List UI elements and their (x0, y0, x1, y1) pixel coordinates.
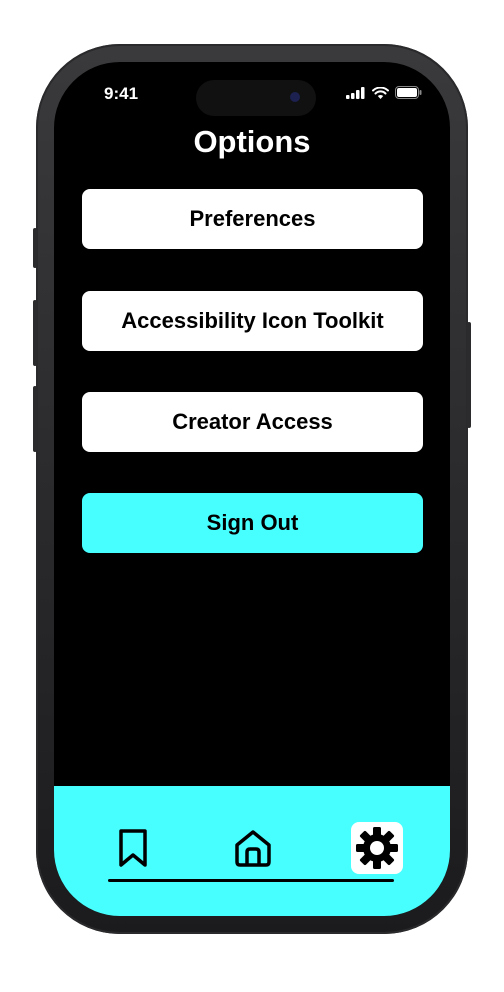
gear-icon (356, 827, 398, 869)
preferences-button[interactable]: Preferences (82, 189, 423, 249)
page-title: Options (193, 124, 311, 159)
side-button-volume-up (33, 300, 37, 366)
status-icons (346, 86, 422, 99)
side-button-power (467, 322, 471, 428)
signal-icon (346, 86, 365, 99)
tab-home[interactable] (227, 822, 279, 874)
side-button-mute (33, 228, 37, 268)
bookmark-icon (119, 829, 147, 867)
app-screen: 9:41 Options Preferences Accessibility I… (54, 62, 450, 916)
tab-settings[interactable] (351, 822, 403, 874)
tab-bar (54, 786, 450, 916)
camera-icon (290, 92, 300, 102)
wifi-icon (372, 86, 389, 99)
home-icon (235, 830, 271, 867)
tab-bar-underline (108, 879, 394, 882)
accessibility-icon-toolkit-button[interactable]: Accessibility Icon Toolkit (82, 291, 423, 351)
sign-out-button[interactable]: Sign Out (82, 493, 423, 553)
battery-icon (395, 86, 422, 99)
side-button-volume-down (33, 386, 37, 452)
tab-bookmarks[interactable] (107, 822, 159, 874)
creator-access-button[interactable]: Creator Access (82, 392, 423, 452)
status-time: 9:41 (104, 84, 139, 103)
